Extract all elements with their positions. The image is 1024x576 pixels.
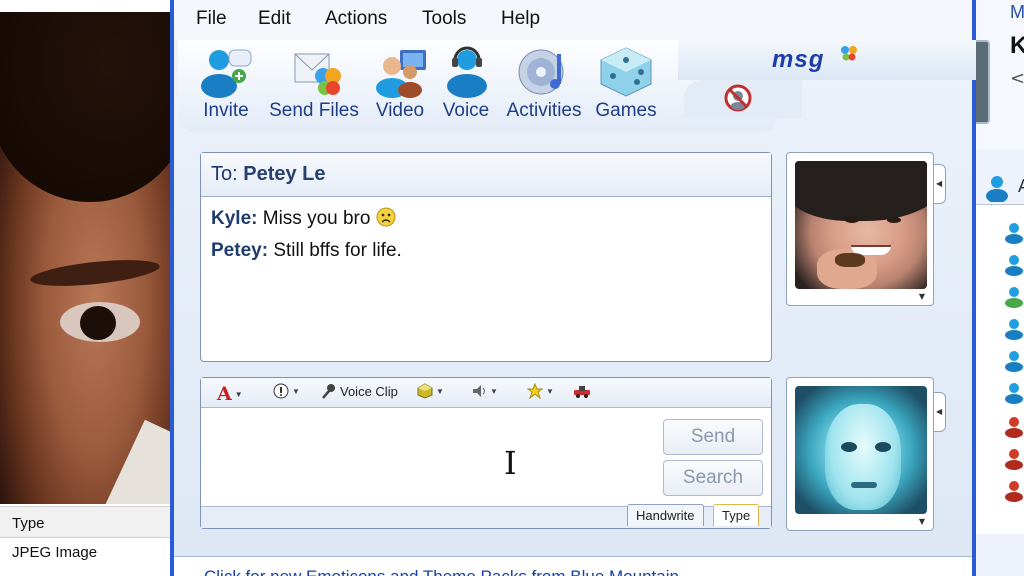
menu-help[interactable]: Help	[501, 8, 540, 30]
menu-actions[interactable]: Actions	[325, 8, 387, 30]
collapse-tab-icon[interactable]: ◀	[934, 164, 946, 204]
background-photo-window: Type JPEG Image	[0, 0, 170, 576]
contact-list-header: M K <	[976, 0, 1024, 150]
games-icon	[600, 47, 652, 97]
msn-logo: msg	[772, 46, 825, 73]
back-arrow-icon[interactable]: <	[1010, 68, 1024, 89]
chevron-down-icon[interactable]: ▼	[919, 517, 925, 526]
video-button[interactable]: Video	[372, 46, 428, 122]
message-text: Miss you bro	[262, 208, 371, 229]
car-icon	[574, 386, 590, 398]
send-files-icon	[294, 53, 341, 95]
emoticon-icon	[273, 383, 289, 399]
to-header: To: Petey Le	[201, 153, 771, 197]
voice-icon	[447, 46, 487, 98]
emoticon-button[interactable]: ▼	[273, 383, 300, 399]
ad-banner: Click for new Emoticons and Theme Packs …	[174, 556, 972, 576]
invite-button[interactable]: Invite	[196, 46, 256, 122]
online-buddy-icon[interactable]	[1002, 222, 1024, 244]
text-cursor-icon: I	[504, 444, 517, 482]
send-files-button[interactable]: Send Files	[266, 46, 362, 122]
invite-label: Invite	[203, 100, 249, 121]
busy-buddy-icon[interactable]	[1002, 448, 1024, 470]
favorites-button[interactable]: ▼	[527, 383, 554, 399]
compose-area: A ▼ ▼ Voice Clip ▼ ▼ ▼ Send Search Handw…	[200, 377, 772, 529]
microphone-icon	[322, 384, 335, 399]
font-button[interactable]: A ▼	[217, 383, 243, 405]
ad-link[interactable]: Click for new Emoticons and Theme Packs …	[204, 567, 679, 576]
input-mode-bar: Handwrite Type	[201, 504, 771, 528]
menu-edit[interactable]: Edit	[258, 8, 291, 30]
contact-list-window: M K < A	[976, 0, 1024, 576]
activities-label: Activities	[506, 100, 582, 121]
message-line: Kyle: Miss you bro	[211, 207, 771, 230]
online-buddy-icon[interactable]	[1002, 286, 1024, 308]
contact-display-picture[interactable]: ▼	[786, 152, 934, 306]
type-column-value: JPEG Image	[12, 544, 98, 561]
activities-button[interactable]: Activities	[502, 46, 586, 122]
voice-clip-button[interactable]: Voice Clip	[321, 383, 398, 399]
sad-face-icon	[376, 207, 396, 227]
online-buddy-icon[interactable]	[1002, 318, 1024, 340]
tab-handwrite[interactable]: Handwrite	[627, 504, 704, 526]
type-column-header[interactable]: Type	[0, 506, 170, 538]
chevron-down-icon[interactable]: ▼	[919, 292, 925, 301]
formatting-toolbar: A ▼ ▼ Voice Clip ▼ ▼ ▼	[201, 378, 771, 408]
video-icon	[376, 50, 426, 98]
busy-buddy-icon[interactable]	[1002, 416, 1024, 438]
message-text: Still bffs for life.	[273, 240, 402, 261]
collapse-tab-icon[interactable]: ◀	[934, 392, 946, 432]
search-button[interactable]: Search	[663, 460, 763, 496]
games-button[interactable]: Games	[594, 46, 658, 122]
window-title-fragment: M	[1010, 2, 1024, 22]
conversation-window: File Edit Actions Tools Help msg Invite	[170, 0, 976, 576]
menu-file[interactable]: File	[196, 8, 227, 30]
invite-icon	[201, 49, 252, 98]
wink-button[interactable]: ▼	[417, 383, 444, 399]
conversation-history[interactable]: To: Petey Le Kyle: Miss you bro Petey: S…	[200, 152, 772, 362]
contact-name: Petey Le	[243, 163, 326, 185]
message-sender: Petey:	[211, 240, 269, 261]
my-webcam-image	[795, 386, 927, 514]
background-button[interactable]	[573, 383, 591, 399]
voice-button[interactable]: Voice	[438, 46, 494, 122]
tab-type[interactable]: Type	[713, 504, 760, 526]
my-avatar[interactable]	[976, 40, 990, 124]
butterfly-logo-icon	[841, 46, 857, 61]
voice-label: Voice	[442, 100, 490, 121]
wink-icon	[417, 383, 433, 399]
block-icon[interactable]	[724, 84, 752, 112]
games-label: Games	[595, 100, 657, 121]
message-line: Petey: Still bffs for life.	[211, 240, 771, 262]
speaker-icon	[473, 385, 485, 397]
video-label: Video	[375, 100, 425, 121]
to-prefix: To:	[211, 163, 238, 185]
my-display-picture[interactable]: ▼	[786, 377, 934, 531]
nudge-button[interactable]: ▼	[471, 383, 498, 399]
voice-clip-label: Voice Clip	[340, 383, 398, 399]
online-buddy-icon[interactable]	[1002, 382, 1024, 404]
menu-tools[interactable]: Tools	[422, 8, 466, 30]
star-icon	[527, 383, 543, 399]
font-icon: A	[217, 383, 232, 405]
group-header-fragment: A	[1018, 176, 1024, 197]
contact-webcam-image	[795, 161, 927, 289]
online-buddy-icon[interactable]	[1002, 254, 1024, 276]
toolbar: msg Invite Send Files Video Voice Activi…	[178, 40, 976, 132]
photo-preview	[0, 12, 170, 504]
activities-icon	[518, 49, 564, 95]
user-name-fragment: K	[1010, 32, 1024, 59]
send-button[interactable]: Send	[663, 419, 763, 455]
message-sender: Kyle:	[211, 208, 258, 229]
online-buddy-icon[interactable]	[1002, 350, 1024, 372]
menu-bar: File Edit Actions Tools Help	[174, 0, 972, 40]
busy-buddy-icon[interactable]	[1002, 480, 1024, 502]
send-files-label: Send Files	[269, 100, 359, 121]
contacts-icon	[986, 176, 1008, 202]
